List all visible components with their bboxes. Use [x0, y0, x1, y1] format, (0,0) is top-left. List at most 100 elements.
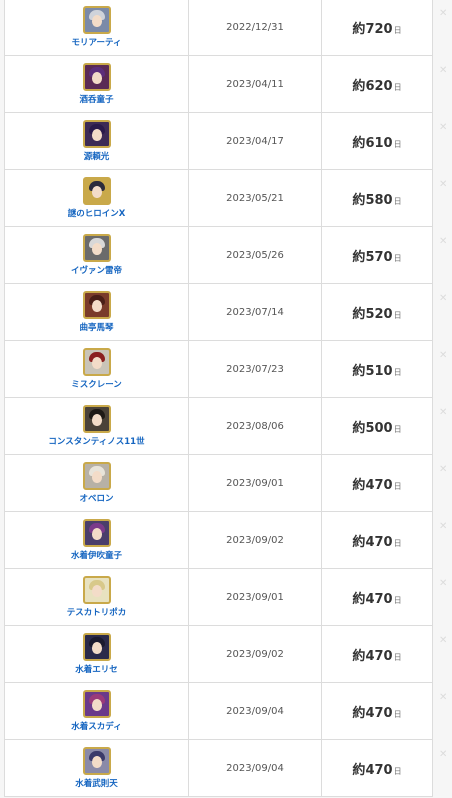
elapsed-days-unit: 日	[393, 709, 402, 719]
release-date: 2023/04/11	[188, 55, 322, 113]
servant-cell: ミスクレーン	[4, 340, 189, 398]
table-row: イヴァン雷帝 2023/05/26 約570日	[4, 226, 433, 284]
avatar-face	[91, 699, 102, 711]
table-row: 曲亭馬琴 2023/07/14 約520日	[4, 283, 433, 341]
release-date: 2023/07/14	[188, 283, 322, 341]
close-x-icon: ✕	[439, 521, 448, 532]
avatar-face	[91, 300, 102, 312]
elapsed-days-prefix: 約	[352, 534, 366, 550]
servant-cell: イヴァン雷帝	[4, 226, 189, 284]
servant-name-link[interactable]: 水着武則天	[5, 777, 188, 789]
elapsed-days-prefix: 約	[352, 78, 366, 94]
servant-avatar-icon[interactable]	[82, 405, 111, 433]
servant-avatar-icon[interactable]	[82, 747, 111, 775]
elapsed-days-unit: 日	[393, 595, 402, 605]
servant-avatar-icon[interactable]	[82, 234, 111, 262]
elapsed-days-value: 470	[365, 591, 393, 607]
elapsed-days-prefix: 約	[352, 477, 366, 493]
close-x-icon: ✕	[439, 350, 448, 361]
elapsed-days-cell: 約470日	[321, 682, 433, 740]
servant-name-link[interactable]: 曲亭馬琴	[5, 321, 188, 333]
elapsed-days-cell: 約470日	[321, 568, 433, 626]
elapsed-days-value: 580	[365, 192, 393, 208]
servant-cell: 謎のヒロインX	[4, 169, 189, 227]
avatar-face	[91, 129, 102, 141]
close-x-icon: ✕	[439, 236, 448, 247]
servant-name-link[interactable]: 水着エリセ	[5, 663, 188, 675]
release-date: 2023/09/02	[188, 511, 322, 569]
servant-name-link[interactable]: オベロン	[5, 492, 188, 504]
elapsed-days-value: 570	[365, 249, 393, 265]
elapsed-days-value: 510	[365, 363, 393, 379]
elapsed-days-value: 470	[365, 477, 393, 493]
servant-name-link[interactable]: イヴァン雷帝	[5, 264, 188, 276]
servant-cell: 源頼光	[4, 112, 189, 170]
servant-avatar-icon[interactable]	[82, 633, 111, 661]
table-row: モリアーティ 2022/12/31 約720日	[4, 0, 433, 56]
servant-list-body: モリアーティ 2022/12/31 約720日酒呑童子 2023/04/11 約620日…	[4, 0, 433, 797]
servant-avatar-icon[interactable]	[82, 63, 111, 91]
table-row: 水着エリセ 2023/09/02 約470日	[4, 625, 433, 683]
elapsed-days-value: 470	[365, 762, 393, 778]
servant-avatar-icon[interactable]	[82, 291, 111, 319]
servant-name-link[interactable]: テスカトリポカ	[5, 606, 188, 618]
avatar-face	[91, 186, 102, 198]
servant-cell: 水着武則天	[4, 739, 189, 797]
servant-name-link[interactable]: 水着伊吹童子	[5, 549, 188, 561]
elapsed-days-prefix: 約	[352, 306, 366, 322]
elapsed-days-unit: 日	[393, 766, 402, 776]
servant-cell: モリアーティ	[4, 0, 189, 56]
servant-cell: 水着伊吹童子	[4, 511, 189, 569]
table-row: 水着スカディ 2023/09/04 約470日	[4, 682, 433, 740]
elapsed-days-prefix: 約	[352, 420, 366, 436]
servant-avatar-icon[interactable]	[82, 519, 111, 547]
elapsed-days-cell: 約470日	[321, 739, 433, 797]
elapsed-days-cell: 約620日	[321, 55, 433, 113]
elapsed-days-prefix: 約	[352, 648, 366, 664]
close-x-icon: ✕	[439, 464, 448, 475]
elapsed-days-unit: 日	[393, 82, 402, 92]
elapsed-days-unit: 日	[393, 253, 402, 263]
servant-avatar-icon[interactable]	[82, 120, 111, 148]
servant-name-link[interactable]: 源頼光	[5, 150, 188, 162]
elapsed-days-cell: 約610日	[321, 112, 433, 170]
servant-avatar-icon[interactable]	[82, 576, 111, 604]
page: モリアーティ 2022/12/31 約720日酒呑童子 2023/04/11 約620日…	[0, 0, 452, 798]
close-x-icon: ✕	[439, 65, 448, 76]
servant-name-link[interactable]: 水着スカディ	[5, 720, 188, 732]
elapsed-days-unit: 日	[393, 25, 402, 35]
close-x-icon: ✕	[439, 407, 448, 418]
servant-avatar-icon[interactable]	[82, 6, 111, 34]
servant-avatar-icon[interactable]	[82, 690, 111, 718]
release-date: 2023/05/26	[188, 226, 322, 284]
close-x-icon: ✕	[439, 635, 448, 646]
table-row: 謎のヒロインX 2023/05/21 約580日	[4, 169, 433, 227]
servant-avatar-icon[interactable]	[82, 462, 111, 490]
servant-name-link[interactable]: 謎のヒロインX	[5, 207, 188, 219]
table-row: 水着伊吹童子 2023/09/02 約470日	[4, 511, 433, 569]
elapsed-days-value: 470	[365, 705, 393, 721]
elapsed-days-cell: 約570日	[321, 226, 433, 284]
elapsed-days-value: 520	[365, 306, 393, 322]
elapsed-days-unit: 日	[393, 139, 402, 149]
avatar-face	[91, 528, 102, 540]
servant-name-link[interactable]: ミスクレーン	[5, 378, 188, 390]
servant-cell: コンスタンティノス11世	[4, 397, 189, 455]
avatar-face	[91, 72, 102, 84]
servant-avatar-icon[interactable]	[82, 177, 111, 205]
servant-name-link[interactable]: コンスタンティノス11世	[5, 435, 188, 447]
elapsed-days-prefix: 約	[352, 135, 366, 151]
servant-name-link[interactable]: 酒呑童子	[5, 93, 188, 105]
close-x-icon: ✕	[439, 749, 448, 760]
elapsed-days-value: 470	[365, 534, 393, 550]
avatar-face	[91, 15, 102, 27]
servant-avatar-icon[interactable]	[82, 348, 111, 376]
elapsed-days-unit: 日	[393, 538, 402, 548]
elapsed-days-cell: 約470日	[321, 511, 433, 569]
close-x-icon: ✕	[439, 293, 448, 304]
release-date: 2023/09/02	[188, 625, 322, 683]
servant-name-link[interactable]: モリアーティ	[5, 36, 188, 48]
release-date: 2023/04/17	[188, 112, 322, 170]
elapsed-days-unit: 日	[393, 424, 402, 434]
elapsed-days-prefix: 約	[352, 762, 366, 778]
